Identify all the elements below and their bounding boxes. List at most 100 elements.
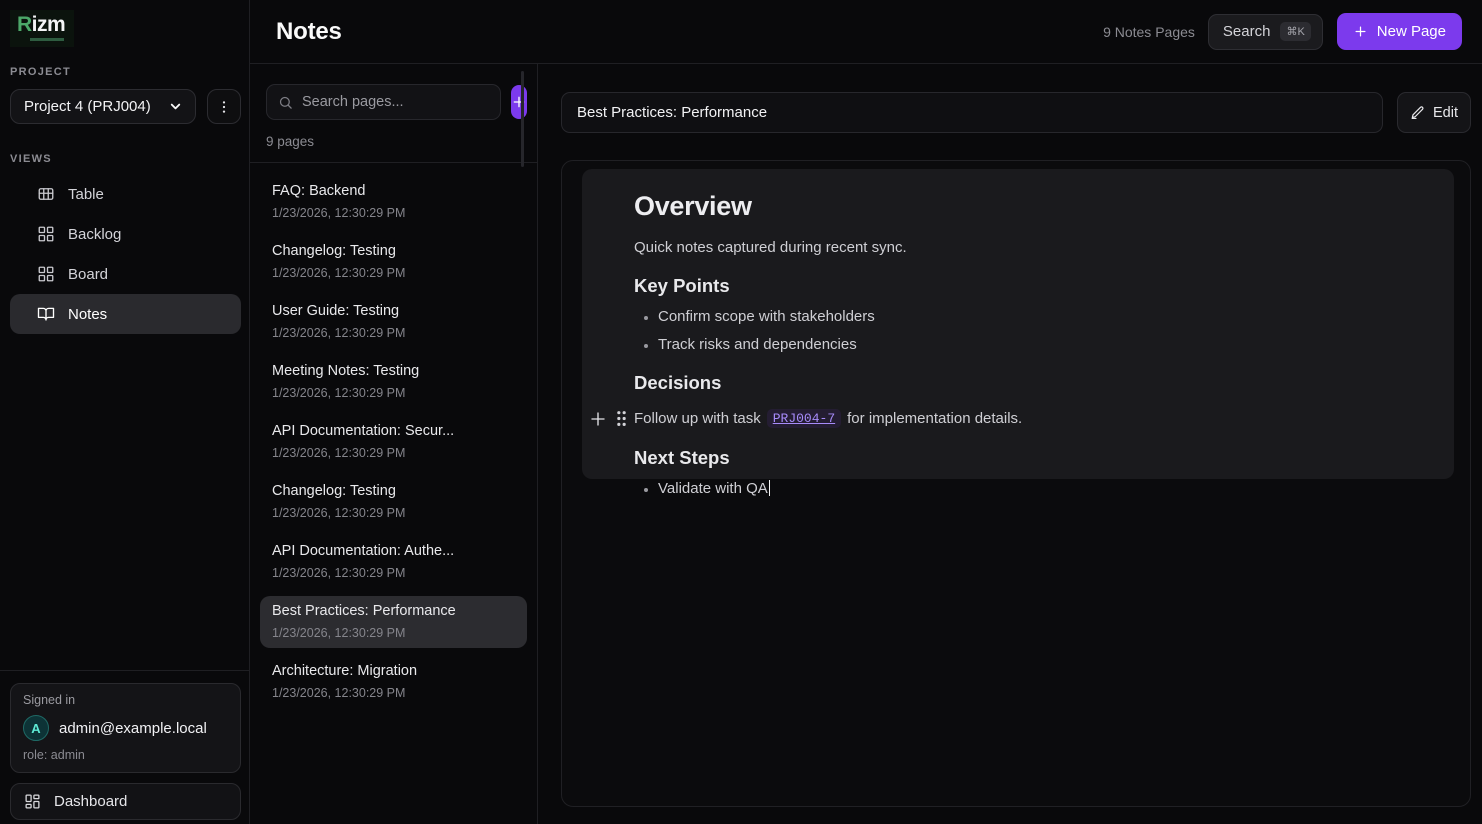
page-item-timestamp: 1/23/2026, 12:30:29 PM bbox=[272, 446, 515, 460]
sidebar-item-board[interactable]: Board bbox=[10, 254, 241, 294]
grid-icon bbox=[37, 225, 55, 243]
key-points-heading: Key Points bbox=[634, 275, 1430, 297]
key-point-item: Confirm scope with stakeholders bbox=[658, 308, 1430, 325]
project-menu-button[interactable] bbox=[207, 89, 241, 124]
page-item-timestamp: 1/23/2026, 12:30:29 PM bbox=[272, 326, 515, 340]
project-section-label: PROJECT bbox=[10, 66, 241, 78]
search-pages-input[interactable] bbox=[302, 94, 489, 110]
signed-in-email: admin@example.local bbox=[59, 720, 207, 737]
search-button[interactable]: Search ⌘K bbox=[1208, 14, 1323, 50]
edit-button[interactable]: Edit bbox=[1397, 92, 1471, 133]
topbar: Notes 9 Notes Pages Search ⌘K New Page bbox=[250, 0, 1482, 64]
sidebar-item-label: Board bbox=[68, 266, 108, 283]
right-column: Notes 9 Notes Pages Search ⌘K New Page bbox=[250, 0, 1482, 824]
page-list-item[interactable]: Changelog: Testing 1/23/2026, 12:30:29 P… bbox=[260, 236, 527, 288]
note-main: Edit Overview Quick notes captured durin… bbox=[538, 64, 1482, 824]
new-page-button-label: New Page bbox=[1377, 23, 1446, 40]
drag-handle-icon[interactable] bbox=[615, 410, 628, 427]
page-item-title: Architecture: Migration bbox=[272, 663, 515, 679]
page-item-title: User Guide: Testing bbox=[272, 303, 515, 319]
sidebar-item-backlog[interactable]: Backlog bbox=[10, 214, 241, 254]
dashboard-button-label: Dashboard bbox=[54, 793, 127, 810]
search-icon bbox=[278, 95, 293, 110]
sidebar-item-label: Table bbox=[68, 186, 104, 203]
page-item-title: API Documentation: Authe... bbox=[272, 543, 515, 559]
block-hover-controls bbox=[589, 410, 628, 428]
views-nav: Table Backlog Board Notes bbox=[10, 174, 241, 334]
page-list-item[interactable]: API Documentation: Authe... 1/23/2026, 1… bbox=[260, 536, 527, 588]
signed-in-label: Signed in bbox=[23, 693, 228, 707]
edit-button-label: Edit bbox=[1433, 105, 1458, 121]
avatar: A bbox=[23, 715, 49, 741]
page-item-timestamp: 1/23/2026, 12:30:29 PM bbox=[272, 386, 515, 400]
page-list-item[interactable]: Architecture: Migration 1/23/2026, 12:30… bbox=[260, 656, 527, 708]
search-shortcut-kbd: ⌘K bbox=[1280, 22, 1310, 41]
app-root: Rizm PROJECT Project 4 (PRJ004) VIEWS Ta… bbox=[0, 0, 1482, 824]
page-item-timestamp: 1/23/2026, 12:30:29 PM bbox=[272, 566, 515, 580]
key-points-list: Confirm scope with stakeholders Track ri… bbox=[634, 308, 1430, 353]
note-editor: Overview Quick notes captured during rec… bbox=[561, 160, 1471, 807]
page-list-item[interactable]: FAQ: Backend 1/23/2026, 12:30:29 PM bbox=[260, 176, 527, 228]
page-item-title: Changelog: Testing bbox=[272, 243, 515, 259]
pages-panel-header: 9 pages bbox=[250, 64, 537, 163]
chevron-down-icon bbox=[168, 99, 183, 114]
pages-search-box bbox=[266, 84, 501, 120]
views-section-label: VIEWS bbox=[10, 153, 241, 165]
pages-list: FAQ: Backend 1/23/2026, 12:30:29 PM Chan… bbox=[250, 163, 537, 824]
page-item-title: Changelog: Testing bbox=[272, 483, 515, 499]
signed-in-card: Signed in A admin@example.local role: ad… bbox=[10, 683, 241, 773]
sidebar-item-notes[interactable]: Notes bbox=[10, 294, 241, 334]
pages-scrollbar-thumb[interactable] bbox=[521, 71, 524, 167]
sidebar-divider bbox=[0, 670, 249, 671]
page-item-timestamp: 1/23/2026, 12:30:29 PM bbox=[272, 266, 515, 280]
task-link[interactable]: PRJ004-7 bbox=[767, 409, 841, 428]
grid-icon bbox=[37, 265, 55, 283]
decision-block: Follow up with task PRJ004-7 for impleme… bbox=[634, 409, 1430, 428]
next-steps-heading: Next Steps bbox=[634, 447, 1430, 469]
next-step-item[interactable]: Validate with QA bbox=[658, 480, 1430, 497]
brand-logo-text: Rizm bbox=[17, 13, 65, 36]
book-open-icon bbox=[37, 305, 55, 323]
dashboard-button[interactable]: Dashboard bbox=[10, 783, 241, 820]
note-intro: Quick notes captured during recent sync. bbox=[634, 239, 1430, 256]
note-title-input[interactable] bbox=[561, 92, 1383, 133]
plus-icon bbox=[511, 94, 527, 110]
key-point-item: Track risks and dependencies bbox=[658, 336, 1430, 353]
page-list-item[interactable]: Changelog: Testing 1/23/2026, 12:30:29 P… bbox=[260, 476, 527, 528]
decisions-heading: Decisions bbox=[634, 372, 1430, 394]
pencil-icon bbox=[1410, 105, 1425, 120]
page-list-item[interactable]: Meeting Notes: Testing 1/23/2026, 12:30:… bbox=[260, 356, 527, 408]
body-row: 9 pages FAQ: Backend 1/23/2026, 12:30:29… bbox=[250, 64, 1482, 824]
add-page-button[interactable] bbox=[511, 85, 527, 119]
pages-panel: 9 pages FAQ: Backend 1/23/2026, 12:30:29… bbox=[250, 64, 538, 824]
page-item-title: FAQ: Backend bbox=[272, 183, 515, 199]
sidebar-spacer bbox=[10, 334, 241, 670]
project-row: Project 4 (PRJ004) bbox=[10, 89, 241, 124]
new-page-button[interactable]: New Page bbox=[1337, 13, 1462, 50]
dashboard-icon bbox=[24, 793, 41, 810]
notes-pages-count: 9 Notes Pages bbox=[1103, 24, 1195, 40]
page-list-item[interactable]: API Documentation: Secur... 1/23/2026, 1… bbox=[260, 416, 527, 468]
search-button-label: Search bbox=[1223, 23, 1271, 40]
page-list-item[interactable]: User Guide: Testing 1/23/2026, 12:30:29 … bbox=[260, 296, 527, 348]
table-icon bbox=[37, 185, 55, 203]
sidebar-item-label: Notes bbox=[68, 306, 107, 323]
sidebar-item-table[interactable]: Table bbox=[10, 174, 241, 214]
plus-icon bbox=[1353, 24, 1368, 39]
project-select-value: Project 4 (PRJ004) bbox=[24, 98, 151, 115]
insert-block-plus-icon[interactable] bbox=[589, 410, 607, 428]
page-item-timestamp: 1/23/2026, 12:30:29 PM bbox=[272, 626, 515, 640]
brand-logo-tagline-bar bbox=[30, 38, 64, 41]
signed-in-role: role: admin bbox=[23, 748, 228, 762]
page-item-title: Meeting Notes: Testing bbox=[272, 363, 515, 379]
next-steps-list: Validate with QA bbox=[634, 480, 1430, 497]
page-item-timestamp: 1/23/2026, 12:30:29 PM bbox=[272, 686, 515, 700]
note-content-card: Overview Quick notes captured during rec… bbox=[582, 169, 1454, 479]
note-heading: Overview bbox=[634, 191, 1430, 222]
decision-text-after: for implementation details. bbox=[847, 410, 1022, 427]
sidebar: Rizm PROJECT Project 4 (PRJ004) VIEWS Ta… bbox=[0, 0, 250, 824]
page-list-item-selected[interactable]: Best Practices: Performance 1/23/2026, 1… bbox=[260, 596, 527, 648]
text-caret bbox=[769, 480, 771, 496]
page-item-title: API Documentation: Secur... bbox=[272, 423, 515, 439]
project-select[interactable]: Project 4 (PRJ004) bbox=[10, 89, 196, 124]
